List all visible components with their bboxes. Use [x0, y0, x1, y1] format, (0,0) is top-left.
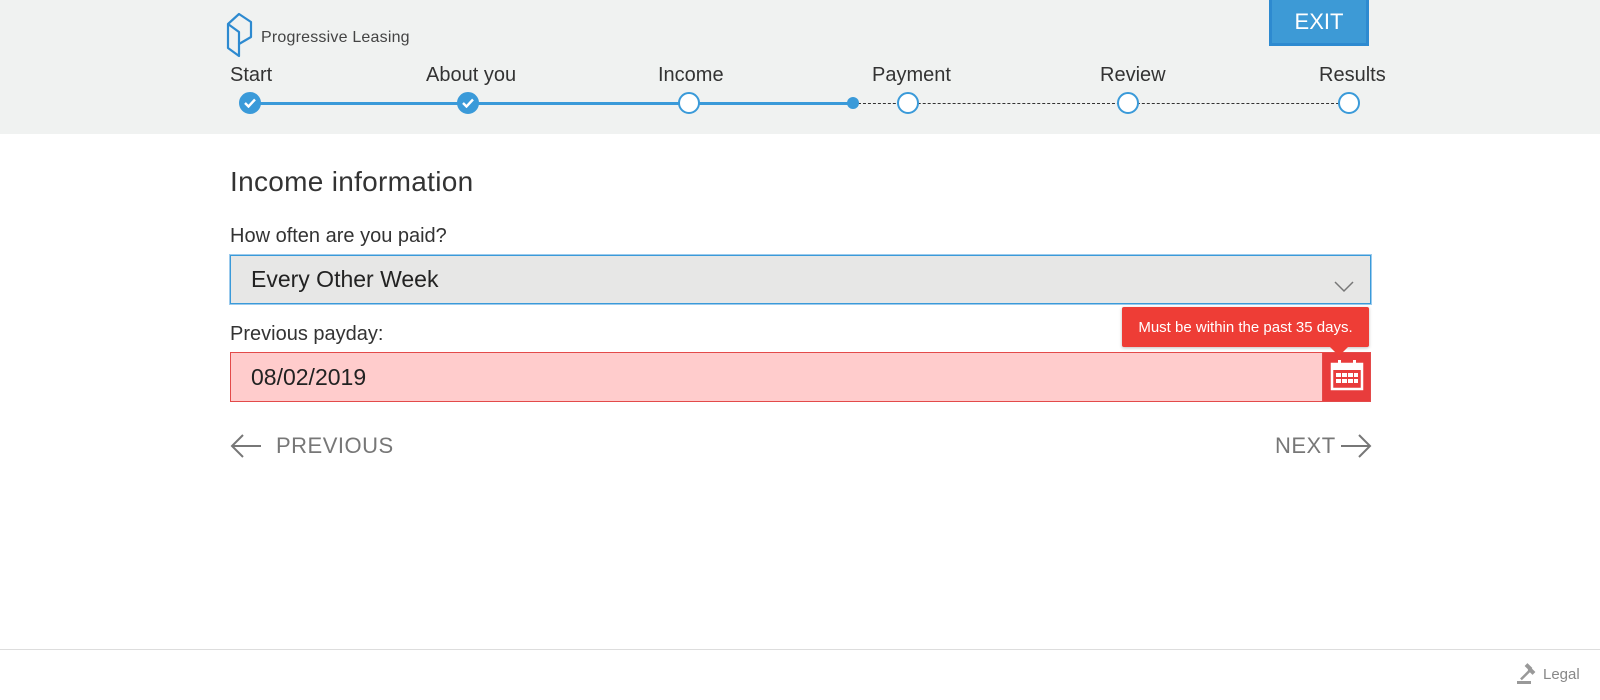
brand-logo: Progressive Leasing	[225, 12, 410, 63]
gavel-icon	[1516, 663, 1538, 685]
step-results-circle	[1338, 92, 1360, 114]
progress-position-marker	[847, 97, 859, 109]
pay-frequency-label: How often are you paid?	[230, 225, 447, 247]
step-label-start: Start	[230, 64, 273, 86]
calendar-icon	[1330, 359, 1364, 396]
step-label-results: Results	[1319, 64, 1386, 86]
step-about-you-check-icon	[457, 92, 479, 114]
step-label-income: Income	[658, 64, 724, 86]
pay-frequency-select[interactable]: Every Other Week	[230, 255, 1371, 304]
step-label-review: Review	[1100, 64, 1166, 86]
legal-label: Legal	[1543, 665, 1580, 683]
step-income-circle	[678, 92, 700, 114]
chevron-down-icon	[1334, 272, 1354, 299]
step-payment-circle	[897, 92, 919, 114]
tooltip-pointer	[1330, 347, 1348, 356]
progress-line-remaining	[853, 103, 1349, 104]
legal-link[interactable]: Legal	[1516, 663, 1580, 685]
pay-frequency-value: Every Other Week	[251, 266, 439, 292]
footer-divider	[0, 649, 1600, 650]
progress-line-complete	[250, 102, 853, 105]
previous-payday-label: Previous payday:	[230, 323, 384, 345]
step-review-circle	[1117, 92, 1139, 114]
next-button[interactable]: NEXT	[1275, 433, 1372, 459]
arrow-left-icon	[230, 433, 262, 459]
progressive-logo-icon	[225, 12, 253, 63]
step-start-check-icon	[239, 92, 261, 114]
page-title: Income information	[230, 166, 474, 197]
calendar-button[interactable]	[1322, 352, 1371, 402]
previous-button[interactable]: PREVIOUS	[230, 433, 394, 459]
brand-name: Progressive Leasing	[261, 28, 410, 46]
step-label-about-you: About you	[426, 64, 517, 86]
arrow-right-icon	[1340, 433, 1372, 459]
previous-label: PREVIOUS	[276, 433, 394, 458]
exit-button[interactable]: EXIT	[1269, 0, 1369, 46]
progress-header: Progressive Leasing EXIT Start About you…	[0, 0, 1600, 134]
previous-payday-input[interactable]: 08/02/2019	[230, 352, 1323, 402]
next-label: NEXT	[1275, 433, 1336, 458]
previous-payday-value: 08/02/2019	[251, 363, 367, 390]
payday-error-tooltip: Must be within the past 35 days.	[1122, 307, 1369, 347]
step-label-payment: Payment	[872, 64, 951, 86]
